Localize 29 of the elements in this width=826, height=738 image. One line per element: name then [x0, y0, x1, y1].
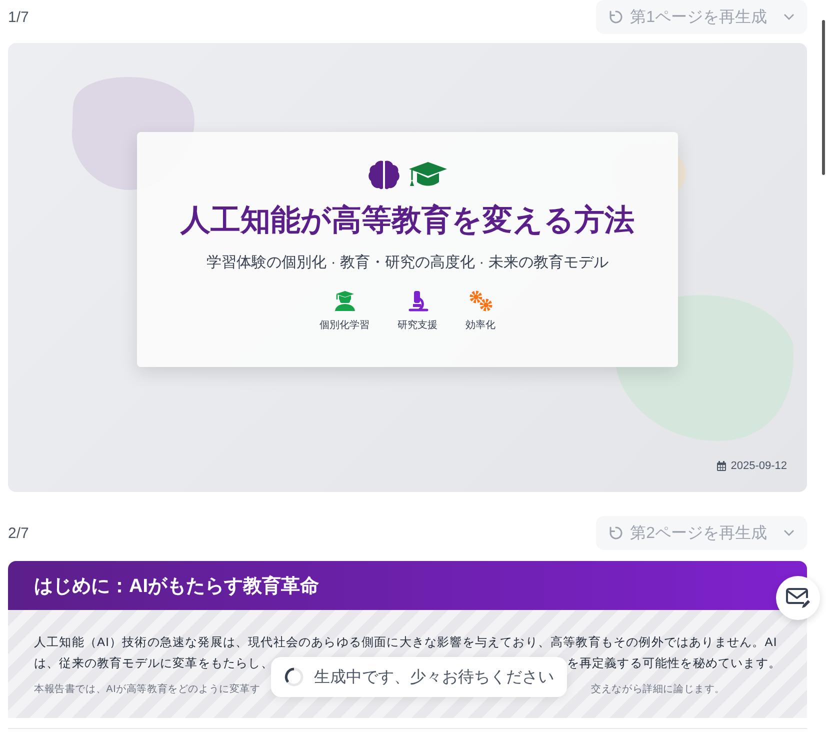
- envelope-pencil-icon: [785, 587, 811, 609]
- chevron-down-icon: [783, 13, 795, 21]
- slide-heading: はじめに：AIがもたらす教育革命: [8, 561, 807, 610]
- feature-label: 個別化学習: [320, 319, 370, 332]
- page-counter: 2/7: [8, 524, 29, 542]
- slide-date: 2025-09-12: [730, 460, 787, 472]
- loading-message: 生成中です、少々お待ちください: [314, 668, 554, 688]
- slide-subtitle: 学習体験の個別化 · 教育・研究の高度化 · 未来の教育モデル: [206, 253, 608, 272]
- body-text: を再定義する可能性を秘めています。: [566, 655, 781, 672]
- slide-title: 人工知能が高等教育を変える方法: [180, 202, 634, 239]
- regenerate-button[interactable]: 第2ページを再生成: [596, 516, 807, 550]
- microscope-icon: [406, 290, 428, 312]
- body-text: 交えながら詳細に論じます。: [591, 682, 725, 697]
- page-counter: 1/7: [8, 8, 29, 26]
- body-text: 人工知能（AI）技術の急速な発展は、現代社会のあらゆる側面に大きな影響を与えており、高等教育もその例外ではありません。AI: [34, 634, 778, 651]
- gears-icon: [468, 290, 494, 312]
- brain-icon: [368, 160, 400, 190]
- scrollbar[interactable]: [822, 20, 825, 175]
- calendar-icon: [716, 461, 726, 471]
- chevron-down-icon: [783, 529, 795, 537]
- feature-label: 効率化: [466, 318, 496, 332]
- refresh-icon: [608, 9, 624, 25]
- feature-label: 研究支援: [398, 318, 438, 332]
- regenerate-button[interactable]: 第1ページを再生成: [596, 0, 807, 34]
- spinner-icon: [284, 667, 304, 687]
- student-icon: [334, 290, 356, 312]
- body-text: は、従来の教育モデルに変革をもたらし、: [34, 655, 274, 672]
- body-text: 本報告書では、AIが高等教育をどのように変革す: [34, 682, 260, 697]
- refresh-icon: [608, 525, 624, 541]
